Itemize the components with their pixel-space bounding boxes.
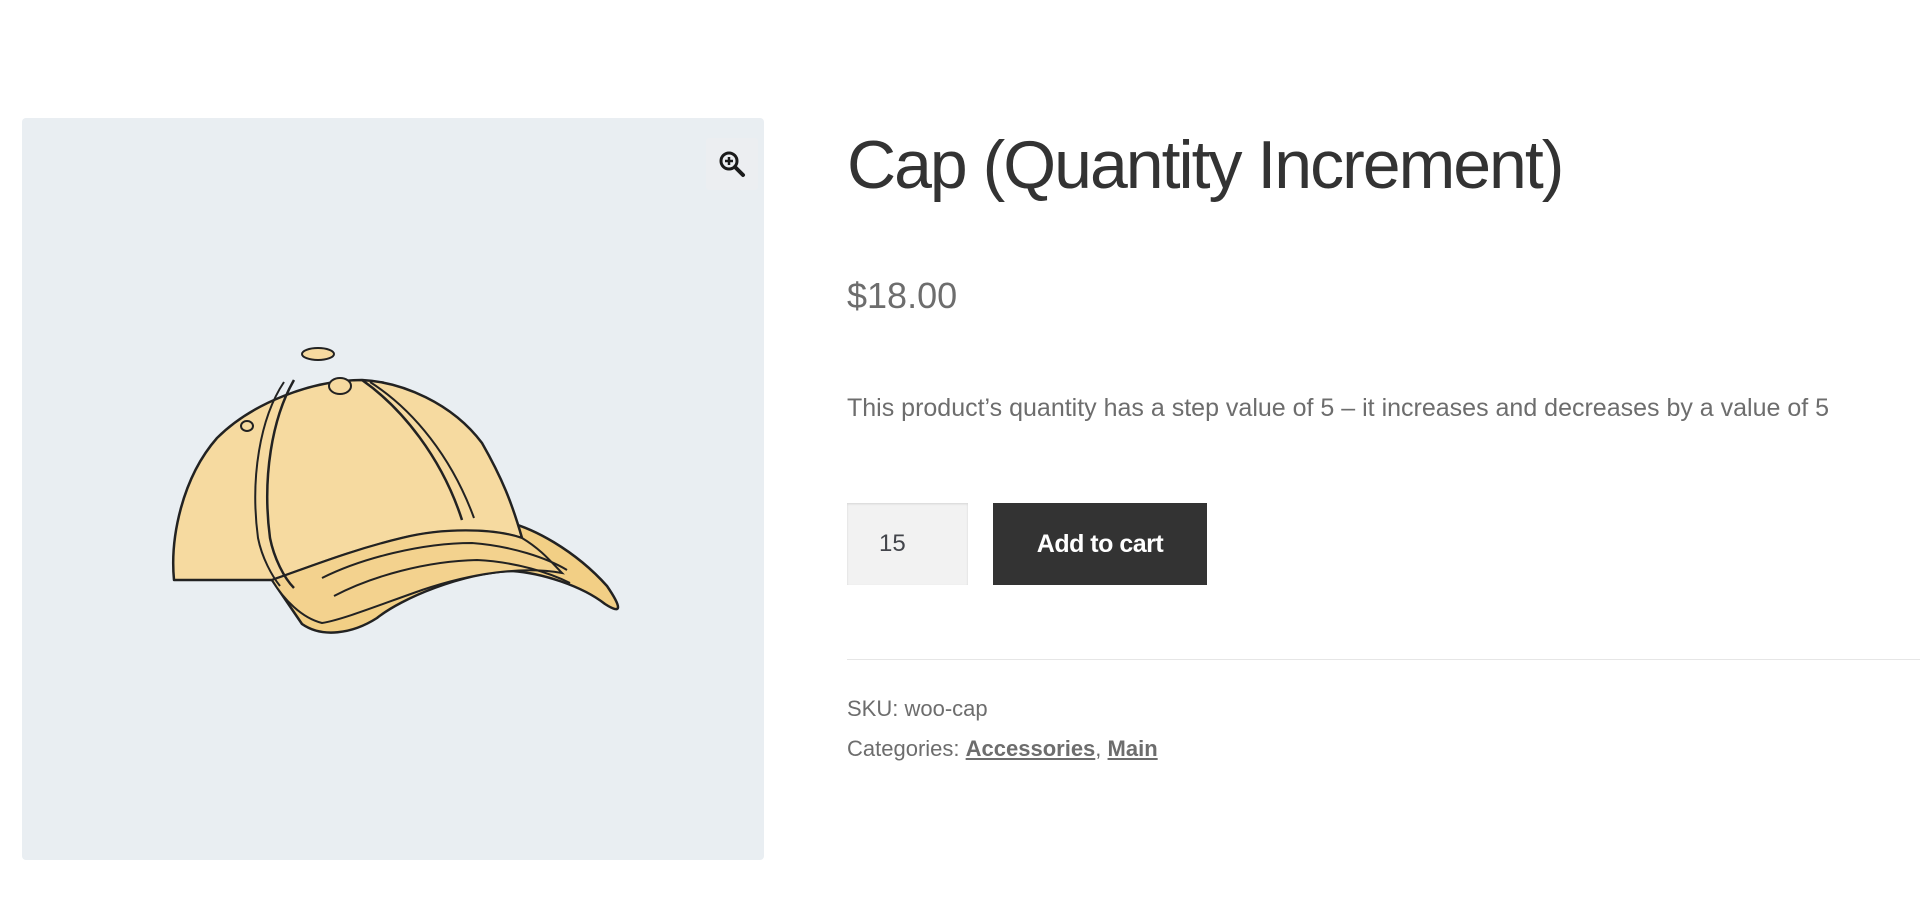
category-separator: , (1095, 736, 1102, 761)
product-page: Cap (Quantity Increment) $18.00 This pro… (0, 0, 1920, 909)
product-meta: SKU: woo-cap Categories: Accessories, Ma… (847, 689, 1158, 769)
add-to-cart-form: Add to cart (847, 503, 1207, 585)
product-gallery (22, 118, 764, 860)
categories-label: Categories: (847, 736, 960, 761)
add-to-cart-button[interactable]: Add to cart (993, 503, 1207, 585)
product-description: This product’s quantity has a step value… (847, 394, 1830, 422)
product-price: $18.00 (847, 275, 958, 316)
product-summary: Cap (Quantity Increment) $18.00 This pro… (847, 118, 1920, 761)
sku-label: SKU: (847, 696, 899, 721)
cap-image (172, 347, 620, 634)
divider (847, 659, 1920, 660)
category-link-main[interactable]: Main (1108, 736, 1158, 761)
quantity-input[interactable] (847, 503, 968, 585)
zoom-button[interactable] (706, 138, 758, 190)
zoom-in-icon (719, 151, 745, 177)
categories-line: Categories: Accessories, Main (847, 729, 1158, 769)
product-title: Cap (Quantity Increment) (847, 127, 1564, 203)
sku-line: SKU: woo-cap (847, 689, 1158, 729)
category-link-accessories[interactable]: Accessories (966, 736, 1096, 761)
sku-value: woo-cap (904, 696, 988, 721)
